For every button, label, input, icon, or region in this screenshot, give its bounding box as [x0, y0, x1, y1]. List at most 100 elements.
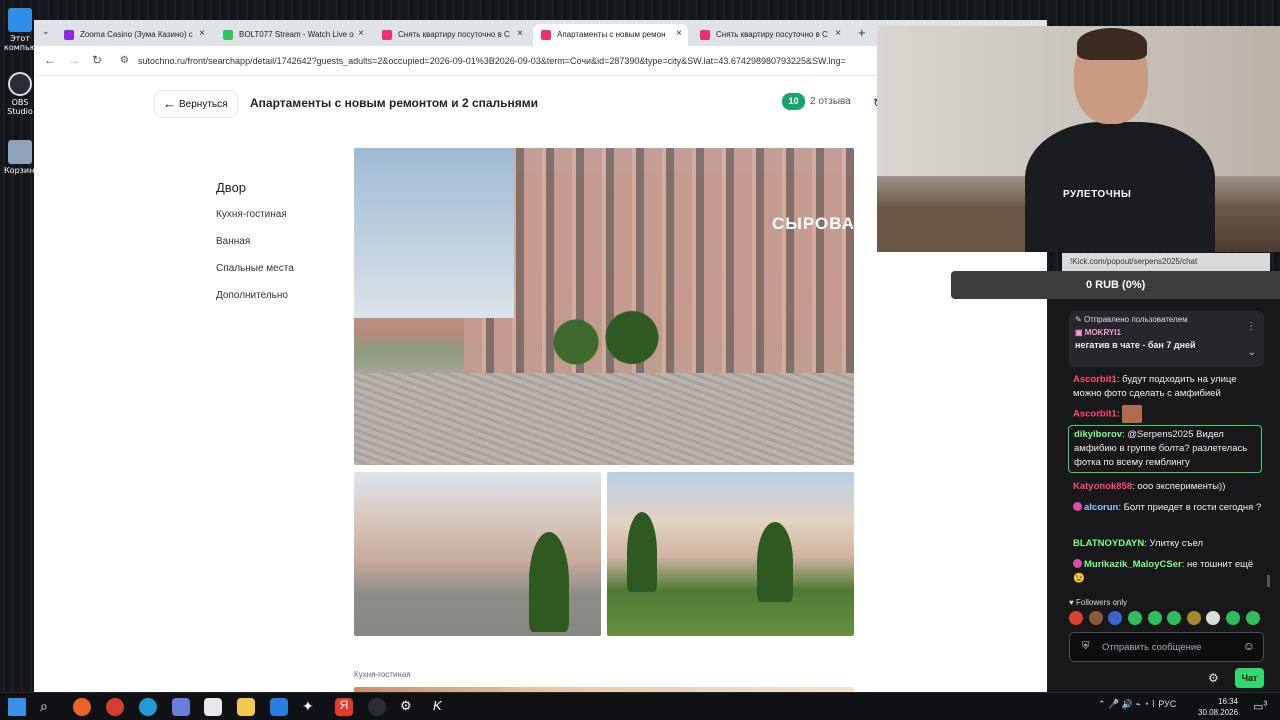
settings-icon[interactable]: ⚙ — [400, 698, 418, 716]
tab-sutochno-2[interactable]: Снять квартиру посуточно в С × — [692, 24, 847, 46]
chat-message: Ascorbit1: — [1073, 405, 1263, 423]
chat-text: Улитку съел — [1149, 538, 1203, 549]
desktop-icon-obs[interactable]: OBS Studio — [4, 72, 36, 116]
chat-url-overlay: !Kick.com/popout/serpens2025/chat — [1062, 253, 1270, 271]
chevron-down-icon[interactable]: ⌄ — [1248, 347, 1256, 358]
chat-text: ооо эксперименты)) — [1137, 481, 1226, 492]
tab-list-chevron-icon[interactable]: ⌄ — [42, 26, 50, 37]
emote-icon[interactable] — [1206, 611, 1221, 625]
sparkle-icon[interactable]: ✦ — [302, 698, 320, 716]
chat-message: Murikazik_MaloyCSer: не тошнит ещё 😉 — [1073, 559, 1254, 584]
clock[interactable]: 16:34 30.08.2026 — [1198, 696, 1238, 718]
folder-icon[interactable] — [237, 698, 255, 716]
emote-icon[interactable] — [1245, 611, 1260, 625]
edge-icon[interactable] — [139, 698, 157, 716]
app-grid-icon[interactable] — [204, 698, 222, 716]
tab-close-icon[interactable]: × — [835, 28, 841, 39]
webcam-sofa — [877, 206, 1027, 252]
tab-close-icon[interactable]: × — [199, 28, 205, 39]
yandex-icon[interactable]: Я — [335, 698, 353, 716]
desktop-icon-this-pc[interactable]: Этот компьютер — [4, 8, 52, 52]
emote-icon[interactable] — [1226, 611, 1241, 625]
photo-trees — [534, 288, 674, 378]
chat-send-button[interactable]: Чат — [1235, 668, 1264, 688]
webcam-overlay: РУЛЕТОЧНЫ — [877, 26, 1280, 252]
courtyard-photo-right[interactable] — [607, 472, 854, 636]
desktop-icon-recycle-bin[interactable]: Корзина — [4, 140, 40, 175]
chat-username: alcorun — [1084, 502, 1119, 513]
pin-text: негатив в чате - бан 7 дней — [1075, 340, 1196, 350]
section-nav-item[interactable]: Дополнительно — [216, 290, 294, 301]
emote-icon[interactable] — [1147, 611, 1162, 625]
section-nav-item[interactable]: Кухня-гостиная — [216, 209, 294, 220]
desktop-icon-label: Корзина — [4, 166, 40, 175]
chat-scrollbar[interactable] — [1267, 575, 1270, 587]
back-arrow-icon[interactable]: ← — [44, 53, 56, 67]
chat-username: dikyiborov — [1074, 429, 1123, 440]
tab-bolt-stream[interactable]: BOLT077 Stream - Watch Live o × — [215, 24, 370, 46]
chat-username: Katyonok858 — [1073, 481, 1133, 492]
url-input[interactable]: sutochno.ru/front/searchapp/detail/17426… — [138, 56, 878, 66]
rating-badge: 10 — [782, 93, 805, 110]
gear-icon[interactable]: ⚙ — [1208, 671, 1219, 685]
search-icon[interactable]: ⌕ — [40, 698, 58, 716]
emote-icon[interactable] — [1167, 611, 1182, 625]
emote-icon[interactable] — [1127, 611, 1142, 625]
back-button[interactable]: ← Вернуться — [154, 90, 238, 118]
section-nav-item-active[interactable]: Двор — [216, 180, 294, 195]
forward-arrow-icon[interactable]: → — [68, 53, 80, 67]
section-nav-item[interactable]: Спальные места — [216, 263, 294, 274]
kick-app-icon[interactable]: K — [433, 698, 451, 716]
more-options-icon[interactable]: ⋮ — [1246, 321, 1256, 332]
emote-icon[interactable] — [1069, 611, 1083, 625]
tab-close-icon[interactable]: × — [517, 28, 523, 39]
clock-date: 30.08.2026 — [1198, 708, 1239, 717]
pinned-message[interactable]: ✎ Отправлено пользователем ▣ MOKRYI1 нег… — [1069, 311, 1264, 367]
subscriber-badge-icon — [1073, 502, 1082, 511]
tab-close-icon[interactable]: × — [358, 28, 364, 39]
chat-username: Ascorbit1 — [1073, 374, 1117, 385]
favicon-icon — [700, 30, 710, 40]
clock-time: 16:34 — [1218, 697, 1239, 706]
obs-icon[interactable] — [368, 698, 386, 716]
shirt-print: РУЛЕТОЧНЫ — [1063, 189, 1132, 200]
tab-zooma-casino[interactable]: Zooma Casino (Зума Казино) с × — [56, 24, 211, 46]
photo-ground — [354, 373, 854, 465]
chrome-icon[interactable] — [106, 698, 124, 716]
photo-section-nav: Двор Кухня-гостиная Ванная Спальные мест… — [216, 180, 294, 317]
pin-icon: ✎ — [1075, 315, 1084, 324]
windows-taskbar: ⌕ ✦ Я ⚙ K ⌃ 🎤 🔊 ⌁ ◔ ⌇ РУС 16:34 30.08.20… — [0, 692, 1280, 720]
tab-close-icon[interactable]: × — [676, 28, 682, 39]
tab-sutochno-1[interactable]: Снять квартиру посуточно в С × — [374, 24, 529, 46]
photo-tree — [627, 512, 657, 592]
photo-tree — [529, 532, 569, 632]
section-nav-item[interactable]: Ванная — [216, 236, 294, 247]
photo-tree — [757, 522, 793, 602]
tab-title: BOLT077 Stream - Watch Live o — [239, 30, 354, 39]
courtyard-photo-main[interactable]: СЫРОВА — [354, 148, 854, 465]
obs-icon — [8, 72, 32, 96]
site-info-icon[interactable]: ⚙ — [120, 55, 129, 66]
emote-icon[interactable] — [1186, 611, 1201, 625]
emoji-icon[interactable]: ☺ — [1243, 639, 1255, 653]
favicon-icon — [382, 30, 392, 40]
reviews-link[interactable]: 2 отзыва — [810, 96, 851, 107]
windows-start-icon[interactable] — [8, 698, 26, 716]
emote-icon[interactable] — [1088, 611, 1103, 625]
tab-title: Снять квартиру посуточно в С — [398, 30, 510, 39]
system-tray[interactable]: ⌃ 🎤 🔊 ⌁ ◔ ⌇ РУС — [1098, 699, 1176, 710]
save-icon[interactable] — [172, 698, 190, 716]
firefox-icon[interactable] — [73, 698, 91, 716]
pin-username: ▣ MOKRYI1 — [1075, 328, 1121, 337]
notification-icon[interactable]: ▭3 — [1253, 700, 1267, 713]
emote-icon[interactable] — [1108, 611, 1123, 625]
courtyard-photo-left[interactable] — [354, 472, 601, 636]
new-tab-button[interactable]: + — [858, 25, 866, 40]
reload-icon[interactable]: ↻ — [92, 53, 102, 67]
tab-apartments-active[interactable]: Апартаменты с новым ремон × — [533, 24, 688, 46]
telegram-icon[interactable] — [270, 698, 288, 716]
webcam-shirt — [1025, 122, 1215, 252]
desktop-icon-label: Этот компьютер — [4, 34, 52, 52]
chat-message-input[interactable]: ⛨ Отправить сообщение ☺ — [1069, 632, 1264, 662]
chat-message-highlighted: dikyiborov: @Serpens2025 Видел амфибию в… — [1068, 425, 1262, 473]
